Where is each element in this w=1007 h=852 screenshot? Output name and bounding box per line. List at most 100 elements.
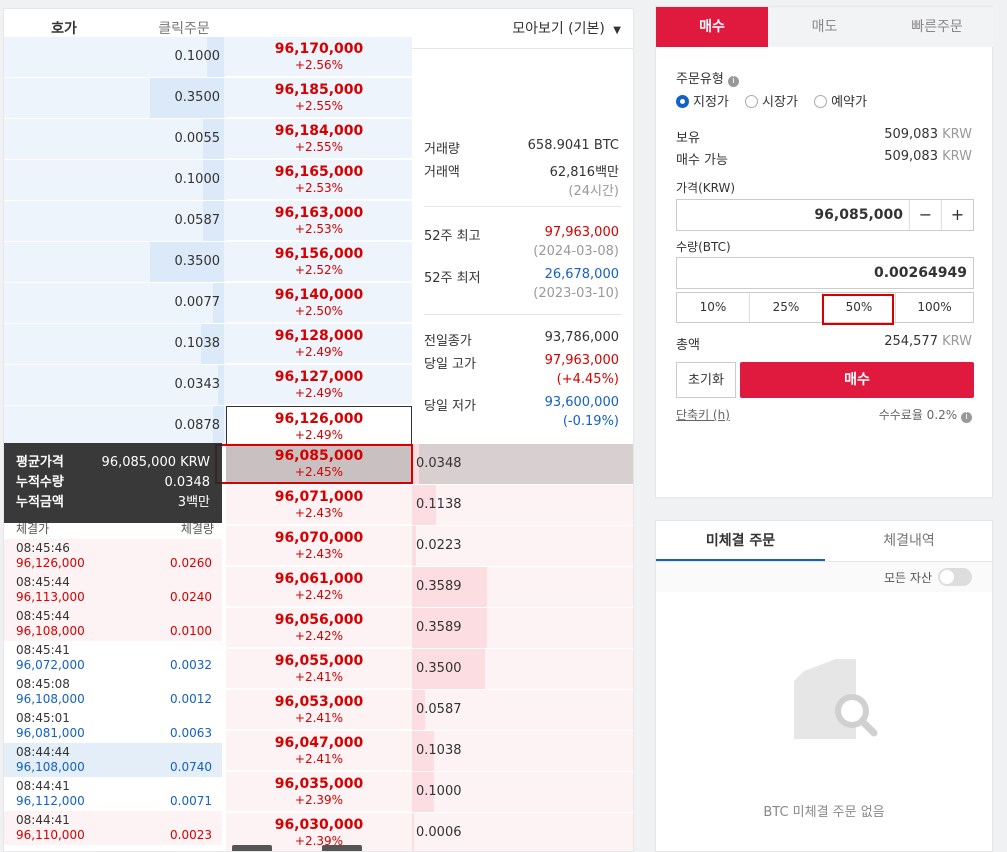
bid-change: +2.39% bbox=[294, 793, 344, 807]
ask-price-cell[interactable]: 96,163,000 +2.53% bbox=[226, 201, 412, 241]
orderbook-scrollbar[interactable] bbox=[633, 209, 634, 679]
qty-input[interactable]: 0.00264949 bbox=[677, 258, 973, 288]
bid-qty: 0.0348 bbox=[416, 456, 462, 471]
trade-qty: 0.0023 bbox=[170, 828, 212, 842]
ask-price-cell[interactable]: 96,156,000 +2.52% bbox=[226, 242, 412, 282]
pct-25-button[interactable]: 25% bbox=[750, 293, 823, 322]
bid-price-cell[interactable]: 96,047,000 +2.41% bbox=[226, 731, 412, 771]
total-value-group: 254,577 KRW bbox=[884, 334, 972, 349]
tab-sell[interactable]: 매도 bbox=[768, 7, 881, 47]
radio-market-icon bbox=[745, 95, 759, 108]
low52-value: 26,678,000 bbox=[544, 267, 619, 282]
trade-time: 08:44:41 bbox=[16, 779, 70, 793]
ask-price-cell[interactable]: 96,126,000 +2.49% bbox=[226, 406, 412, 446]
pct-100-button[interactable]: 100% bbox=[896, 293, 973, 322]
ask-price: 96,126,000 bbox=[274, 411, 364, 427]
avg-price-label: 평균가격 bbox=[16, 455, 64, 470]
selected-price-highlight bbox=[215, 444, 413, 484]
ask-price-cell[interactable]: 96,128,000 +2.49% bbox=[226, 324, 412, 364]
bid-price-cell[interactable]: 96,071,000 +2.43% bbox=[226, 485, 412, 525]
trade-qty: 0.0063 bbox=[170, 726, 212, 740]
cum-qty-value: 0.0348 bbox=[164, 475, 211, 490]
bid-price-cell[interactable]: 96,056,000 +2.42% bbox=[226, 608, 412, 648]
day-high-label: 당일 고가 bbox=[424, 357, 476, 372]
bid-qty: 0.0006 bbox=[416, 825, 462, 840]
bid-price: 96,055,000 bbox=[274, 653, 364, 669]
radio-reserve-icon bbox=[814, 95, 828, 108]
pager-button[interactable] bbox=[232, 845, 272, 851]
bid-price-cell[interactable]: 96,053,000 +2.41% bbox=[226, 690, 412, 730]
pager-button[interactable] bbox=[322, 845, 362, 851]
price-plus-button[interactable]: + bbox=[941, 200, 973, 230]
reset-button[interactable]: 초기화 bbox=[676, 362, 736, 398]
ask-price-cell[interactable]: 96,127,000 +2.49% bbox=[226, 365, 412, 405]
bid-price-cell[interactable]: 96,070,000 +2.43% bbox=[226, 526, 412, 566]
caret-down-icon: ▼ bbox=[613, 25, 621, 36]
ask-change: +2.53% bbox=[294, 222, 344, 236]
trade-price: 96,110,000 bbox=[16, 828, 85, 842]
radio-limit[interactable]: 지정가 bbox=[676, 95, 729, 110]
shortcut-link[interactable]: 단축키 (h) bbox=[676, 406, 730, 423]
ask-price-cell[interactable]: 96,140,000 +2.50% bbox=[226, 283, 412, 323]
info-icon[interactable]: i bbox=[961, 412, 972, 423]
high52-label: 52주 최고 bbox=[424, 229, 481, 244]
ask-price-cell[interactable]: 96,170,000 +2.56% bbox=[226, 37, 412, 77]
all-assets-toggle[interactable] bbox=[938, 568, 972, 586]
qty-label: 수량(BTC) bbox=[676, 240, 731, 254]
price-minus-button[interactable]: − bbox=[909, 200, 941, 230]
trade-qty: 0.0012 bbox=[170, 692, 212, 706]
bid-price: 96,047,000 bbox=[274, 735, 364, 751]
pending-orders-panel: 미체결 주문 체결내역 모든 자산 BTC 미체결 주문 없음 bbox=[655, 520, 993, 852]
fee-info: 수수료율 0.2% i bbox=[879, 406, 972, 423]
empty-text: BTC 미체결 주문 없음 bbox=[763, 805, 885, 820]
info-icon[interactable]: i bbox=[727, 76, 739, 87]
tab-buy[interactable]: 매수 bbox=[656, 7, 768, 47]
ask-price-cell[interactable]: 96,185,000 +2.55% bbox=[226, 78, 412, 118]
trade-qty: 0.0260 bbox=[170, 556, 212, 570]
bid-price-cell[interactable]: 96,055,000 +2.41% bbox=[226, 649, 412, 689]
tab-pending-orders[interactable]: 미체결 주문 bbox=[656, 521, 825, 561]
avg-price-value: 96,085,000 KRW bbox=[101, 455, 210, 470]
bid-price-cell[interactable]: 96,061,000 +2.42% bbox=[226, 567, 412, 607]
ask-price: 96,127,000 bbox=[274, 369, 364, 385]
ask-row[interactable]: 0.0878 96,126,000 +2.49% bbox=[4, 406, 633, 447]
pct-10-button[interactable]: 10% bbox=[677, 293, 750, 322]
trade-qty: 0.0100 bbox=[170, 624, 212, 638]
ask-row[interactable]: 0.0587 96,163,000 +2.53% bbox=[4, 201, 633, 242]
high52-value: 97,963,000 bbox=[544, 225, 619, 240]
order-type-label: 주문유형 bbox=[676, 72, 724, 87]
radio-market[interactable]: 시장가 bbox=[745, 95, 798, 110]
buy-button[interactable]: 매수 bbox=[740, 362, 974, 398]
order-type-options: 지정가 시장가 예약가 bbox=[676, 91, 867, 110]
orderbook-panel: 호가 클릭주문 모아보기 (기본) ▼ 0.1000 96,170,000 +2.5… bbox=[3, 8, 634, 852]
bid-price-cell[interactable]: 96,035,000 +2.39% bbox=[226, 772, 412, 812]
trade-row: 08:45:08 96,108,000 0.0012 bbox=[4, 675, 222, 709]
prev-close-label: 전일종가 bbox=[424, 334, 472, 349]
avail-value-group: 509,083 KRW bbox=[884, 149, 972, 164]
tab-quick-order[interactable]: 빠른주문 bbox=[881, 7, 993, 47]
ask-price-cell[interactable]: 96,184,000 +2.55% bbox=[226, 119, 412, 159]
trade-row: 08:45:44 96,113,000 0.0240 bbox=[4, 573, 222, 607]
trade-price: 96,112,000 bbox=[16, 794, 85, 808]
radio-reserve[interactable]: 예약가 bbox=[814, 95, 867, 110]
ask-qty: 0.1000 bbox=[174, 172, 221, 187]
trade-row: 08:44:41 96,112,000 0.0071 bbox=[4, 777, 222, 811]
ask-qty: 0.1000 bbox=[174, 49, 221, 64]
ask-row[interactable]: 0.1038 96,128,000 +2.49% bbox=[4, 324, 633, 365]
day-low-pct: (-0.19%) bbox=[562, 414, 619, 429]
ask-price: 96,184,000 bbox=[274, 123, 364, 139]
ask-rows: 0.1000 96,170,000 +2.56% 0.3500 96,185,000 +2… bbox=[4, 37, 633, 447]
ask-row[interactable]: 0.1000 96,170,000 +2.56% bbox=[4, 37, 633, 78]
total-value: 254,577 bbox=[884, 334, 938, 349]
radio-market-label: 시장가 bbox=[762, 95, 798, 110]
price-input[interactable]: 96,085,000 bbox=[677, 200, 909, 230]
ask-qty: 0.0055 bbox=[174, 131, 221, 146]
bid-price: 96,056,000 bbox=[274, 612, 364, 628]
ask-row[interactable]: 0.0343 96,127,000 +2.49% bbox=[4, 365, 633, 406]
amount-value: 62,816백만 bbox=[549, 165, 619, 180]
ask-row[interactable]: 0.1000 96,165,000 +2.53% bbox=[4, 160, 633, 201]
ask-price-cell[interactable]: 96,165,000 +2.53% bbox=[226, 160, 412, 200]
trade-price: 96,081,000 bbox=[16, 726, 85, 740]
tab-trade-history[interactable]: 체결내역 bbox=[825, 521, 993, 561]
ask-row[interactable]: 0.3500 96,185,000 +2.55% bbox=[4, 78, 633, 119]
